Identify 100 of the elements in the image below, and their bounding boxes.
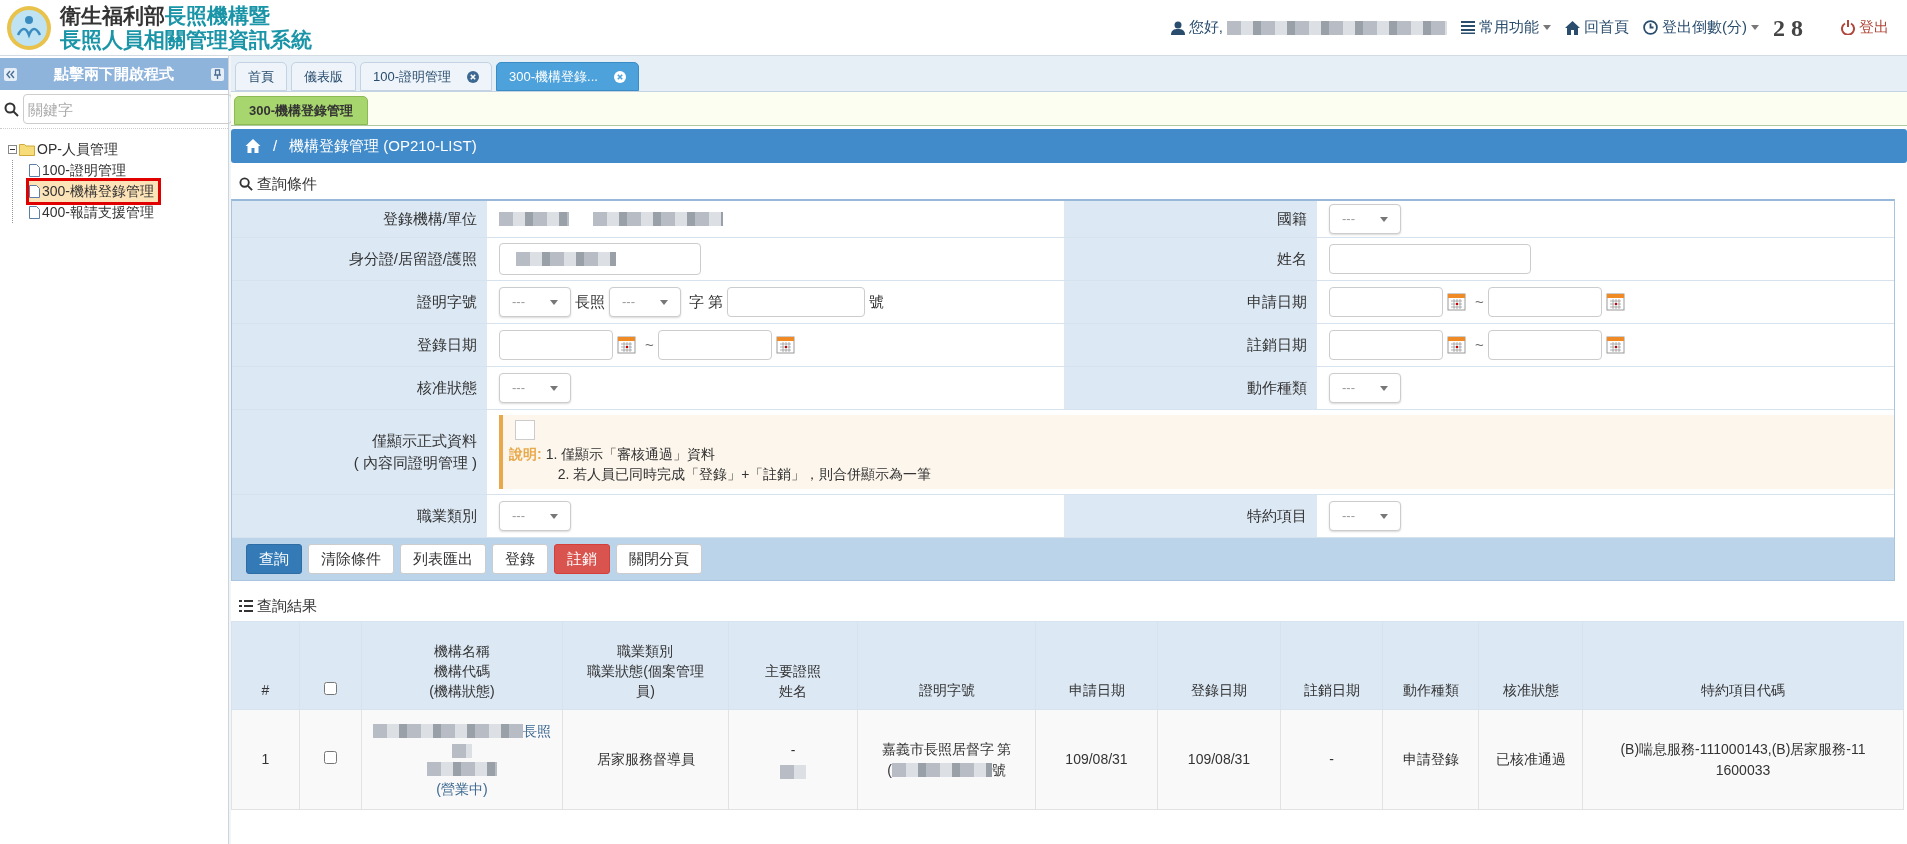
logout-link[interactable]: 登出 <box>1841 16 1889 39</box>
range-separator: ~ <box>1475 291 1484 312</box>
form-label: 動作種類 <box>1064 367 1317 410</box>
table-cell: 109/08/31 <box>1065 751 1128 767</box>
calendar-icon[interactable] <box>1605 292 1626 312</box>
text-input[interactable] <box>1329 330 1443 360</box>
action-button[interactable]: 登錄 <box>492 544 548 574</box>
page-tab[interactable]: 首頁 <box>235 62 287 91</box>
form-label: 身分證/居留證/護照 <box>232 238 487 281</box>
clock-icon <box>1643 20 1658 35</box>
checkbox[interactable] <box>515 420 535 440</box>
search-icon <box>239 177 253 191</box>
page-tab[interactable]: 儀表版 <box>291 62 356 91</box>
form-label: 登錄機構/單位 <box>232 201 487 238</box>
form-label: 註銷日期 <box>1064 324 1317 367</box>
system-title: 長照人員相關管理資訊系統 <box>60 27 312 52</box>
close-icon[interactable] <box>613 70 626 83</box>
calendar-icon[interactable] <box>1605 335 1626 355</box>
action-button[interactable]: 清除條件 <box>308 544 394 574</box>
row-checkbox[interactable] <box>324 751 337 764</box>
action-button[interactable]: 關閉分頁 <box>616 544 702 574</box>
column-header: # <box>261 681 270 700</box>
table-cell: - <box>1329 751 1334 767</box>
license-link[interactable]: 長照 <box>523 721 551 740</box>
countdown-number: 2 8 <box>1773 13 1803 43</box>
text-input[interactable] <box>499 330 613 360</box>
org-status-link[interactable]: (營業中) <box>436 779 488 798</box>
text-input[interactable] <box>499 243 701 275</box>
text-input[interactable] <box>657 330 772 360</box>
text-input[interactable] <box>727 287 866 317</box>
page-tab[interactable]: 100-證明管理 <box>360 62 493 91</box>
tree-item[interactable]: 100-證明管理 <box>29 160 131 181</box>
folder-icon <box>19 143 35 156</box>
home-icon[interactable] <box>245 139 261 153</box>
column-header: 證明字號 <box>918 681 975 700</box>
caret-icon <box>550 385 558 391</box>
caret-icon <box>550 513 558 519</box>
collapse-toggle-icon[interactable] <box>8 145 17 154</box>
menu-icon <box>1461 21 1475 34</box>
calendar-icon[interactable] <box>617 335 637 355</box>
text-input[interactable] <box>1487 287 1602 317</box>
note-text: 2. 若人員已同時完成「登錄」+「註銷」，則合併顯示為一筆 <box>557 465 932 484</box>
ministry-logo <box>6 4 52 51</box>
form-label: 登錄日期 <box>232 324 487 367</box>
caret-icon <box>1380 385 1388 391</box>
keyword-search-field[interactable]: 關鍵字 <box>23 94 232 124</box>
note-text: 1. 僅顯示「審核通過」資料 <box>545 445 717 464</box>
table-cell: 居家服務督導員 <box>596 751 695 767</box>
home-icon <box>1565 20 1580 35</box>
range-separator: ~ <box>645 334 654 355</box>
form-label: 職業類別 <box>232 495 487 538</box>
ministry-name: 衛生福利部 <box>60 3 165 27</box>
document-icon <box>29 164 40 177</box>
home-link[interactable]: 回首頁 <box>1565 16 1629 39</box>
action-button[interactable]: 註銷 <box>554 544 610 574</box>
menu-link[interactable]: 常用功能 <box>1461 16 1551 39</box>
caret-icon <box>1543 25 1551 30</box>
table-cell: 109/08/31 <box>1187 751 1251 767</box>
section-title: 查詢結果 <box>257 595 317 616</box>
column-header: 職業類別 職業狀態(個案管理 員) <box>587 642 704 701</box>
form-label: 國籍 <box>1064 201 1317 238</box>
calendar-icon[interactable] <box>1447 292 1467 312</box>
tree-item[interactable]: 400-報請支援管理 <box>29 202 159 223</box>
document-icon <box>29 206 40 219</box>
text-input[interactable] <box>1487 330 1602 360</box>
timer-link[interactable]: 登出倒數(分) <box>1643 16 1759 39</box>
select-all-checkbox[interactable] <box>324 682 337 695</box>
sub-tab[interactable]: 300-機構登錄管理 <box>234 96 369 125</box>
pin-icon[interactable] <box>211 67 224 81</box>
note-label: 說明: <box>509 445 542 464</box>
column-header: 動作種類 <box>1402 681 1459 700</box>
column-header: 註銷日期 <box>1303 681 1360 700</box>
table-cell-text: (B)喘息服務-111000143,(B)居家服務-111600033 <box>1619 739 1867 780</box>
power-icon <box>1841 20 1855 35</box>
blurred-text <box>499 212 569 226</box>
close-icon[interactable] <box>467 70 480 83</box>
field-text: 長照 <box>575 291 605 312</box>
user-icon <box>1170 20 1185 35</box>
text-input[interactable] <box>1329 244 1531 274</box>
tree-item[interactable]: 300-機構登錄管理 <box>29 181 159 202</box>
action-button[interactable]: 列表匯出 <box>400 544 486 574</box>
text-input[interactable] <box>1329 287 1443 317</box>
tree-folder-label[interactable]: OP-人員管理 <box>37 139 118 160</box>
sidebar-title: 點擊兩下開啟程式 <box>54 63 174 84</box>
caret-icon <box>660 299 668 305</box>
calendar-icon[interactable] <box>1447 335 1467 355</box>
table-cell: 已核准通過 <box>1495 751 1566 767</box>
collapse-icon[interactable] <box>4 67 17 81</box>
table-cell: 1 <box>261 751 270 767</box>
greeting-text: 您好, <box>1188 17 1223 38</box>
table-cell-text: 號 <box>991 760 1006 780</box>
column-header: 主要證照 姓名 <box>765 662 821 701</box>
section-title: 查詢條件 <box>257 173 317 194</box>
list-icon <box>239 600 253 612</box>
system-title: 長照機構暨 <box>165 3 270 27</box>
table-cell-text: ( <box>887 760 892 780</box>
form-label: 僅顯示正式資料 ( 內容同證明管理 ) <box>232 410 487 495</box>
range-separator: ~ <box>1475 334 1484 355</box>
calendar-icon[interactable] <box>775 335 796 355</box>
action-button[interactable]: 查詢 <box>246 544 302 574</box>
